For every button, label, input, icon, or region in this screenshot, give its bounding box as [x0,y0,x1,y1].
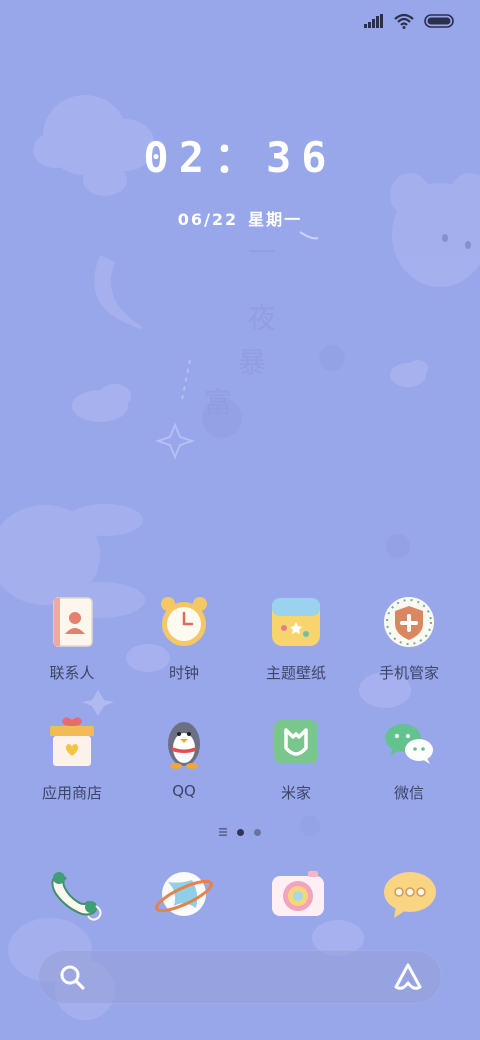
app-store-gift-icon [50,717,94,766]
app-mijia[interactable]: 米家 [240,714,352,803]
app-wechat[interactable]: 微信 [353,714,465,803]
page-list-icon [219,828,227,836]
app-label: 微信 [393,784,424,802]
assistant-icon[interactable] [392,961,424,993]
app-security[interactable]: 手机管家 [353,594,465,683]
theme-wallpaper-icon [272,598,320,646]
app-label: 联系人 [49,664,95,682]
qq-penguin-icon [168,722,200,769]
dock-browser[interactable] [152,862,216,926]
app-clock[interactable]: 时钟 [128,594,240,683]
page-dot[interactable] [254,828,261,836]
app-label: 米家 [280,784,311,802]
signal-icon [364,14,383,28]
dock-messages[interactable] [378,862,442,926]
clock-date[interactable]: 06/22 星期一 [0,206,480,230]
camera-icon [272,871,324,916]
messages-icon [384,872,436,918]
mijia-icon [274,720,318,764]
app-label: 时钟 [168,664,199,682]
app-label: QQ [172,782,196,800]
browser-planet-icon [155,872,213,916]
search-bar[interactable] [38,950,442,1004]
app-label: 应用商店 [41,784,102,802]
app-label: 主题壁纸 [265,664,326,682]
search-icon[interactable] [58,963,86,991]
wechat-icon [385,724,433,764]
app-themes[interactable]: 主题壁纸 [240,594,352,683]
page-dot-active[interactable] [237,828,244,836]
status-bar [364,10,454,32]
page-indicator[interactable] [0,828,480,836]
app-label: 手机管家 [378,664,439,682]
app-store[interactable]: 应用商店 [16,714,128,803]
app-qq[interactable]: QQ [128,714,240,800]
phone-icon [51,872,102,921]
clock-time[interactable]: 02：36 [0,124,480,185]
dock-camera[interactable] [266,862,330,926]
svg-text:暴: 暴 [238,346,266,379]
svg-text:夜: 夜 [248,302,276,335]
contacts-icon [53,597,93,647]
svg-text:一: 一 [248,236,276,269]
alarm-clock-icon [161,597,207,646]
date-weekday: 星期一 [248,210,303,229]
battery-icon [424,14,454,28]
wallpaper-calligraphy: 一 夜 暴 富 [204,236,276,419]
app-contacts[interactable]: 联系人 [16,594,128,683]
wifi-icon [394,13,414,29]
dock-phone[interactable] [42,862,106,926]
date-day: 06/22 [177,210,239,229]
security-shield-icon [384,597,434,647]
